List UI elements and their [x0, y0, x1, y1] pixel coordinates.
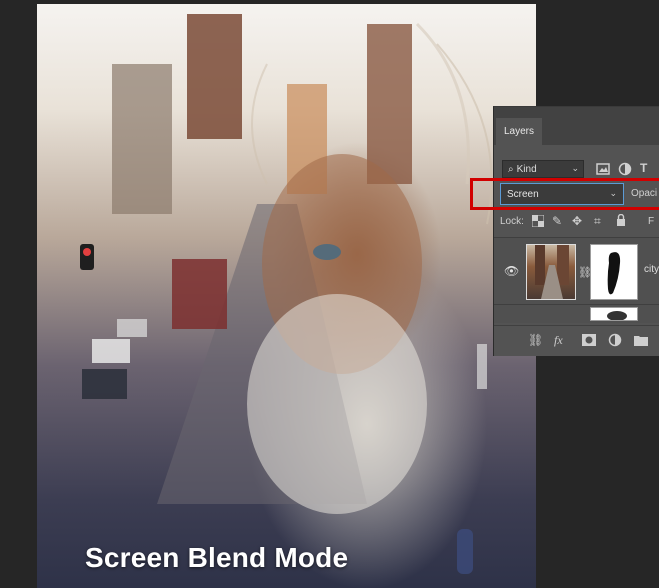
caption-text: Screen Blend Mode — [85, 542, 349, 573]
panel-tabbar: Layers — [494, 107, 659, 145]
lock-row: Lock: ✎ ✥ ⌗ F — [500, 214, 659, 232]
panel-footer: ⛓ fx — [494, 325, 659, 356]
mask-shape — [607, 311, 627, 321]
link-layers-icon[interactable]: ⛓ — [528, 333, 543, 347]
lock-label: Lock: — [500, 216, 524, 227]
fill-label: F — [648, 216, 655, 227]
fx-icon[interactable]: fx — [554, 333, 563, 348]
thumbnail-image — [535, 245, 569, 299]
lock-transparent-pixels-icon[interactable] — [532, 215, 544, 227]
layer-thumbnail — [526, 244, 576, 300]
layer-row[interactable]: 👁 ⛓ city — [494, 237, 659, 305]
adjustment-layer-icon[interactable] — [608, 333, 622, 347]
layer-mask-thumbnail[interactable] — [590, 307, 638, 321]
blend-mode-highlight-box — [470, 178, 659, 210]
artboard-icon[interactable]: ⌗ — [594, 214, 601, 229]
filter-row: ⌕ Kind ⌄ T — [502, 160, 659, 180]
add-mask-icon[interactable] — [582, 334, 596, 346]
eye-icon[interactable]: 👁 — [504, 264, 519, 278]
move-icon[interactable]: ✥ — [572, 214, 582, 228]
folder-icon[interactable] — [634, 334, 648, 346]
kind-filter-label: Kind — [516, 163, 537, 175]
lock-icon[interactable] — [616, 214, 626, 227]
brush-icon[interactable]: ✎ — [552, 214, 562, 228]
photo-composite — [80, 14, 493, 574]
chevron-down-icon: ⌄ — [571, 163, 579, 173]
search-icon: ⌕ — [508, 163, 514, 175]
layer-name[interactable]: city — [644, 264, 659, 275]
layer-row-partial[interactable] — [494, 305, 659, 323]
adjustment-filter-icon[interactable] — [618, 162, 632, 176]
layers-panel: Layers ⌕ Kind ⌄ T Screen ⌄ Opaci Lock: ✎ — [493, 106, 659, 356]
document-canvas: Screen Blend Mode — [37, 4, 536, 588]
kind-filter-select[interactable]: ⌕ Kind ⌄ — [502, 160, 584, 178]
type-filter-icon[interactable]: T — [640, 161, 654, 175]
tab-layers[interactable]: Layers — [496, 118, 542, 145]
image-filter-icon[interactable] — [596, 162, 610, 176]
layer-mask-thumbnail[interactable] — [590, 244, 638, 300]
mask-shape — [607, 252, 621, 295]
